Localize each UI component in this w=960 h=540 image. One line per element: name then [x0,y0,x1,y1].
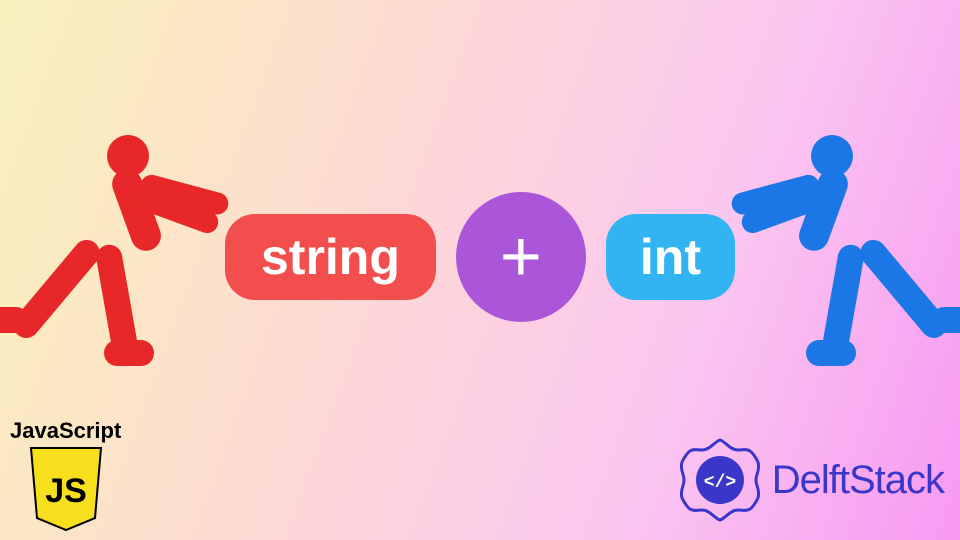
operator-plus-circle: + [456,192,586,322]
delftstack-label: DelftStack [772,458,944,503]
operand-int-label: int [640,229,701,285]
javascript-label: JavaScript [10,418,121,444]
javascript-shield-icon: JS [27,446,105,532]
delft-mark-text: </> [704,473,736,493]
delftstack-badge-icon: </> [676,436,764,524]
pushing-figure-left [12,135,222,365]
javascript-logo: JavaScript JS [10,418,121,532]
operand-string-label: string [261,229,400,285]
operand-int-pill: int [606,214,735,300]
operator-plus-label: + [500,221,542,293]
concat-diagram: string + int [225,192,735,322]
operand-string-pill: string [225,214,436,300]
js-shield-text: JS [45,472,87,510]
delftstack-logo: </> DelftStack [676,436,944,524]
pushing-figure-right [738,135,948,365]
